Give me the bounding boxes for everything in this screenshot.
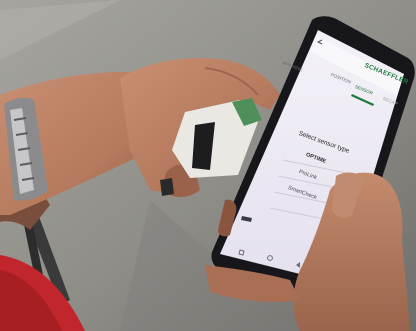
option-optime[interactable]: OPTIME: [305, 152, 327, 165]
tab-machine[interactable]: MACHINE: [282, 60, 303, 72]
option-smartcheck[interactable]: SmartCheck: [287, 185, 317, 201]
select-sensor-prompt: Select sensor type: [297, 130, 351, 155]
tab-recap[interactable]: RECAP: [382, 96, 398, 106]
app-screen: MACHINE POSITION SENSOR RECAP SCHAEFFLER…: [0, 0, 416, 331]
tab-position[interactable]: POSITION: [330, 72, 352, 85]
option-prolink[interactable]: ProLink: [298, 169, 318, 181]
tab-sensor[interactable]: SENSOR: [354, 84, 374, 96]
brand-logo-text: SCHAEFFLER: [363, 62, 410, 86]
